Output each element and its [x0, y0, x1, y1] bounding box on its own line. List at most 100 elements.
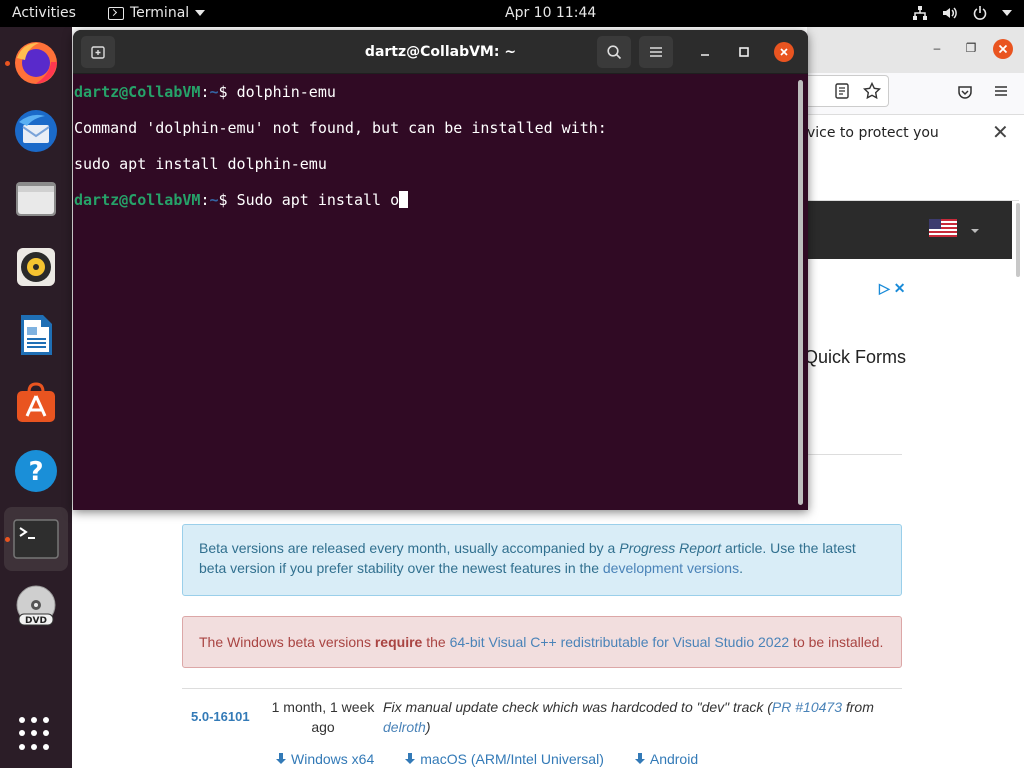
vcredist-link[interactable]: 64-bit Visual C++ redistributable for Vi…	[450, 634, 790, 650]
dock-thunderbird[interactable]	[4, 99, 68, 163]
search-icon	[607, 45, 622, 60]
dock-files[interactable]	[4, 167, 68, 231]
prompt-path: ~	[209, 191, 219, 209]
url-bar[interactable]	[807, 75, 889, 107]
dock: ? DVD	[0, 27, 72, 768]
danger-alert-text: The Windows beta versions	[199, 634, 375, 650]
text-cursor	[399, 191, 409, 208]
app-menu-label: Terminal	[130, 5, 190, 21]
minimize-icon	[701, 54, 709, 56]
prompt-symbol: $	[218, 191, 237, 209]
terminal-icon	[13, 519, 59, 559]
description-text: Fix manual update check which was hardco…	[383, 699, 772, 715]
download-macos-link[interactable]: macOS (ARM/Intel Universal)	[404, 751, 604, 767]
app-menu[interactable]: Terminal	[108, 5, 206, 21]
hamburger-menu-button[interactable]	[639, 36, 673, 68]
download-label: Windows x64	[291, 751, 375, 767]
system-tray[interactable]	[912, 5, 1012, 21]
progress-report-text: Progress Report	[619, 540, 722, 556]
chevron-down-icon[interactable]	[971, 229, 979, 233]
info-alert: Beta versions are released every month, …	[182, 524, 902, 596]
dock-terminal[interactable]	[4, 507, 68, 571]
divider	[807, 454, 902, 455]
pocket-icon[interactable]	[957, 84, 973, 105]
download-windows-link[interactable]: Windows x64	[275, 751, 374, 767]
us-flag-icon[interactable]	[929, 219, 957, 237]
info-alert-text: .	[739, 560, 743, 576]
bookmark-star-icon[interactable]	[862, 81, 882, 105]
maximize-button[interactable]	[734, 42, 754, 62]
description-text: )	[425, 719, 431, 735]
terminal-line: Command 'dolphin-emu' not found, but can…	[74, 119, 607, 137]
show-applications-button[interactable]	[19, 717, 53, 751]
download-android-link[interactable]: Android	[634, 751, 698, 767]
new-tab-button[interactable]	[81, 36, 115, 68]
dock-help[interactable]: ?	[4, 439, 68, 503]
dock-dvd[interactable]: DVD	[4, 575, 68, 639]
dock-rhythmbox[interactable]	[4, 235, 68, 299]
danger-alert: The Windows beta versions require the 64…	[182, 616, 902, 668]
minimize-button[interactable]	[695, 42, 715, 62]
close-icon[interactable]	[993, 39, 1013, 59]
pr-link[interactable]: PR #10473	[772, 699, 842, 715]
files-icon	[16, 182, 56, 216]
top-bar: Activities Terminal Apr 10 11:44	[0, 0, 1024, 27]
ad-heading[interactable]: Quick Forms	[804, 347, 906, 368]
dvd-icon: DVD	[16, 585, 56, 626]
terminal-output[interactable]: dartz@CollabVM:~$ dolphin-emu Command 'd…	[73, 74, 797, 510]
running-indicator	[5, 537, 10, 542]
release-age: 1 month, 1 week ago	[271, 699, 375, 735]
dock-ubuntu-software[interactable]	[4, 371, 68, 435]
menu-icon	[650, 47, 662, 57]
ad-choices[interactable]: ▷ ✕	[879, 280, 906, 297]
terminal-line: dartz@CollabVM:~$ dolphin-emu	[74, 83, 336, 101]
search-button[interactable]	[597, 36, 631, 68]
dock-libreoffice-writer[interactable]	[4, 303, 68, 367]
site-navbar	[807, 201, 1012, 259]
close-icon[interactable]: ✕	[894, 280, 906, 297]
minimize-icon[interactable]: –	[929, 41, 945, 57]
browser-titlebar: – ❐	[807, 27, 1024, 73]
prompt-user: dartz@CollabVM	[74, 191, 201, 209]
prompt-user: dartz@CollabVM	[74, 83, 201, 101]
close-icon	[780, 48, 788, 56]
download-icon	[404, 753, 416, 765]
notification-text: vice to protect you	[807, 125, 939, 141]
development-versions-link[interactable]: development versions	[603, 560, 739, 576]
terminal-headerbar[interactable]	[73, 30, 808, 74]
power-icon[interactable]	[972, 5, 988, 21]
danger-alert-text: the	[422, 634, 450, 650]
software-store-icon	[17, 382, 55, 422]
new-tab-icon	[91, 46, 105, 59]
running-indicator	[5, 61, 10, 66]
maximize-icon[interactable]: ❐	[963, 41, 979, 57]
firefox-icon	[15, 42, 57, 84]
download-label: Android	[649, 751, 699, 767]
close-button[interactable]	[774, 42, 794, 62]
play-icon[interactable]: ▷	[879, 280, 890, 297]
author-link[interactable]: delroth	[383, 719, 426, 735]
close-icon[interactable]: ✕	[992, 120, 1009, 145]
clock[interactable]: Apr 10 11:44	[505, 5, 596, 21]
chevron-down-icon	[195, 10, 206, 16]
terminal-scrollbar[interactable]	[798, 80, 803, 505]
activities-button[interactable]: Activities	[12, 5, 76, 21]
terminal-window[interactable]: dartz@CollabVM: ~ dartz@CollabVM:~$ dolp…	[73, 30, 808, 510]
terminal-line: sudo apt install dolphin-emu	[74, 155, 327, 173]
command-input[interactable]: Sudo apt install o	[237, 191, 400, 209]
prompt-path: ~	[209, 83, 219, 101]
page-scrollbar[interactable]	[1016, 203, 1020, 277]
chevron-down-icon[interactable]	[1002, 10, 1012, 16]
reader-view-icon[interactable]	[835, 83, 849, 104]
svg-text:?: ?	[28, 457, 43, 487]
terminal-line: dartz@CollabVM:~$ Sudo apt install o	[74, 182, 797, 218]
dock-firefox[interactable]	[4, 31, 68, 95]
menu-icon[interactable]	[993, 83, 1009, 104]
info-alert-text: Beta versions are released every month, …	[199, 540, 620, 556]
version-link[interactable]: 5.0-16101	[191, 709, 250, 724]
maximize-icon	[739, 47, 749, 57]
network-icon[interactable]	[912, 5, 928, 21]
volume-icon[interactable]	[942, 5, 958, 21]
help-icon: ?	[15, 450, 57, 492]
download-icon	[275, 753, 287, 765]
